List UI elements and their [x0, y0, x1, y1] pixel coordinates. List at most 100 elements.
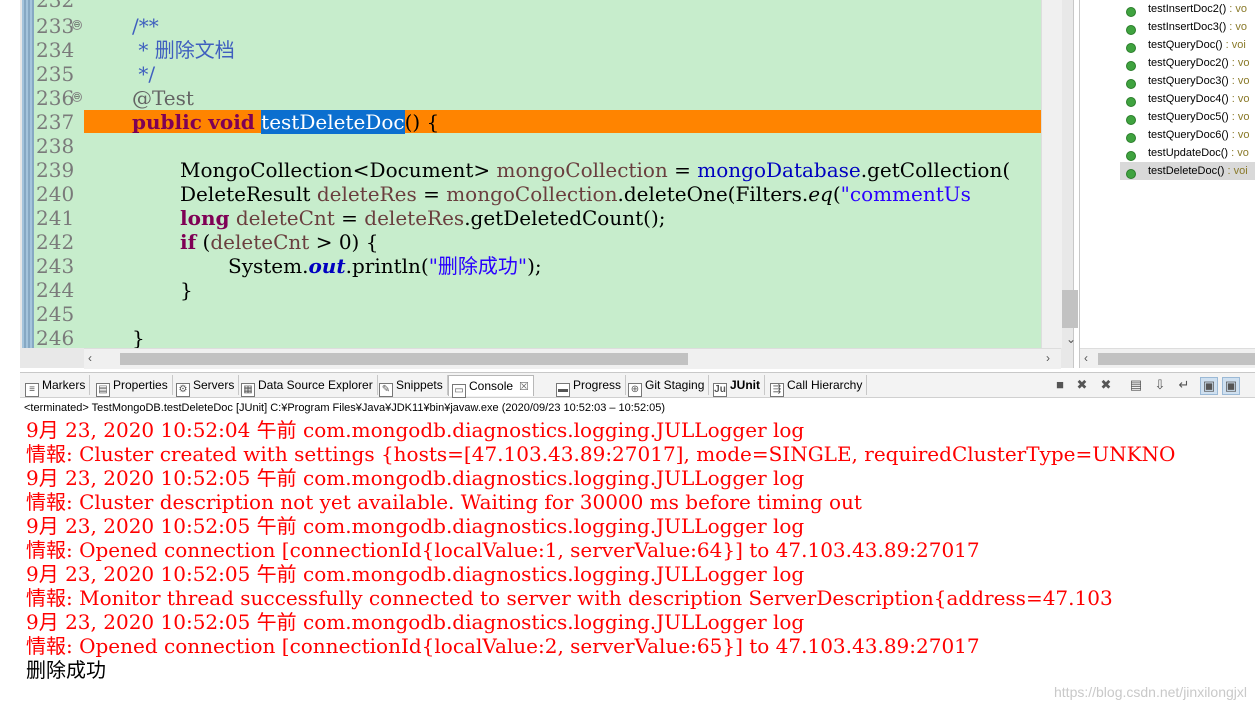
database-icon: ▦ [241, 383, 255, 397]
outline-item[interactable]: testUpdateDoc() : vo [1148, 144, 1255, 162]
public-method-icon [1126, 115, 1136, 125]
code-line-246: } [132, 326, 145, 348]
code-line-242: if (deleteCnt > 0) { [180, 230, 379, 254]
fold-toggle-icon[interactable]: ⊖ [72, 92, 82, 102]
progress-icon: ▬ [556, 383, 570, 397]
console-line: 9月 23, 2020 10:52:05 午前 com.mongodb.diag… [26, 562, 805, 586]
tab-properties[interactable]: ▤ Properties [93, 375, 173, 397]
code-line-234: * 删除文档 [132, 38, 235, 62]
view-tab-bar: ≡ Markers ▤ Properties ⚙ Servers ▦ Data Sour… [20, 373, 1255, 398]
code-line-237: public void testDeleteDoc() { [132, 110, 440, 134]
console-line: 情報: Monitor thread successfully connecte… [26, 586, 1113, 610]
console-line: 9月 23, 2020 10:52:05 午前 com.mongodb.diag… [26, 514, 805, 538]
console-line: 情報: Cluster description not yet availabl… [26, 490, 862, 514]
scroll-right-arrow-icon[interactable]: › [1046, 351, 1050, 365]
editor-horizontal-scroll-thumb[interactable] [120, 353, 688, 365]
tab-markers[interactable]: ≡ Markers [22, 375, 91, 397]
public-method-icon [1126, 169, 1136, 179]
public-method-icon [1126, 97, 1136, 107]
public-method-icon [1126, 151, 1136, 161]
tab-junit[interactable]: Ju JUnit [710, 375, 765, 397]
selected-method-name[interactable]: testDeleteDoc [261, 110, 405, 134]
line-number: 235 [36, 62, 75, 86]
outline-item[interactable]: testQueryDoc4() : vo [1148, 90, 1255, 108]
line-number: 240 [36, 182, 75, 206]
code-line-243: System.out.println("删除成功"); [228, 254, 542, 278]
code-line-244: } [180, 278, 193, 302]
outline-item[interactable]: testInsertDoc2() : vo [1148, 0, 1255, 18]
terminate-icon[interactable]: ■ [1052, 377, 1068, 393]
console-line: 情報: Cluster created with settings {hosts… [26, 442, 1176, 466]
outline-horizontal-scrollbar[interactable]: ‹ [1080, 348, 1255, 368]
code-line-240: DeleteResult deleteRes = mongoCollection… [180, 182, 971, 206]
show-console-on-error-icon[interactable]: ▣ [1222, 377, 1240, 395]
line-number: 233 [36, 14, 75, 38]
tab-git-staging[interactable]: ⊕ Git Staging [625, 375, 710, 397]
outline-item[interactable]: testQueryDoc6() : vo [1148, 126, 1255, 144]
line-number: 236 [36, 86, 75, 110]
clear-console-icon[interactable]: ▤ [1128, 377, 1144, 393]
git-staging-icon: ⊕ [628, 383, 642, 397]
close-tab-icon[interactable]: ☒ [519, 381, 529, 393]
remove-all-terminated-icon[interactable]: ✖ [1098, 377, 1114, 393]
tab-servers[interactable]: ⚙ Servers [173, 375, 240, 397]
call-hierarchy-icon: ⇶ [770, 383, 784, 397]
show-console-on-output-icon[interactable]: ▣ [1200, 377, 1218, 395]
word-wrap-icon[interactable]: ↵ [1176, 377, 1192, 393]
line-number: 244 [36, 278, 75, 302]
tab-call-hierarchy[interactable]: ⇶ Call Hierarchy [767, 375, 868, 397]
junit-icon: Ju [713, 383, 727, 397]
editor-vertical-scrollbar[interactable] [1041, 0, 1062, 348]
markers-icon: ≡ [25, 383, 39, 397]
snippets-icon: ✎ [379, 383, 393, 397]
watermark-text: https://blog.csdn.net/jinxilongjxl [1054, 684, 1247, 700]
public-method-icon [1126, 7, 1136, 17]
outline-item[interactable]: testQueryDoc5() : vo [1148, 108, 1255, 126]
line-number: 242 [36, 230, 75, 254]
code-editor[interactable]: 232 233 ⊖ 234 235 236 ⊖ 237 238 239 240 … [20, 0, 1092, 369]
line-number: 232 [36, 0, 75, 12]
remove-launch-icon[interactable]: ✖ [1074, 377, 1090, 393]
tab-progress[interactable]: ▬ Progress [553, 375, 627, 397]
outline-item[interactable]: testQueryDoc3() : vo [1148, 72, 1255, 90]
editor-horizontal-scrollbar[interactable]: ‹ › [84, 348, 1061, 369]
line-number: 238 [36, 134, 75, 158]
console-line: 情報: Opened connection [connectionId{loca… [26, 634, 980, 658]
public-method-icon [1126, 79, 1136, 89]
outline-item[interactable]: testInsertDoc3() : vo [1148, 18, 1255, 36]
code-line-241: long deleteCnt = deleteRes.getDeletedCou… [180, 206, 666, 230]
servers-icon: ⚙ [176, 383, 190, 397]
console-line: 情報: Opened connection [connectionId{loca… [26, 538, 980, 562]
console-icon: ▭ [452, 384, 466, 398]
editor-vertical-scroll-thumb[interactable] [1062, 290, 1078, 328]
public-method-icon [1126, 61, 1136, 71]
code-line-236: @Test [132, 86, 194, 110]
line-number: 245 [36, 302, 75, 326]
code-text-area[interactable]: /** * 删除文档 */ @Test public void testDele… [84, 0, 1041, 348]
outline-view[interactable]: testInsertDoc2() : vo testInsertDoc3() :… [1079, 0, 1255, 368]
quick-diff-ruler [22, 0, 34, 348]
outline-horizontal-scroll-thumb[interactable] [1098, 353, 1255, 365]
outline-item[interactable]: testQueryDoc2() : vo [1148, 54, 1255, 72]
scroll-lock-icon[interactable]: ⇩ [1152, 377, 1168, 393]
public-method-icon [1126, 25, 1136, 35]
tab-snippets[interactable]: ✎ Snippets [376, 375, 448, 397]
scroll-left-arrow-icon[interactable]: ‹ [88, 351, 92, 365]
outline-item-selected[interactable]: testDeleteDoc() : voi [1120, 162, 1255, 180]
tab-console[interactable]: ▭ Console ☒ [448, 375, 534, 398]
public-method-icon [1126, 133, 1136, 143]
console-process-label: <terminated> TestMongoDB.testDeleteDoc [… [24, 402, 666, 414]
console-line: 9月 23, 2020 10:52:05 午前 com.mongodb.diag… [26, 610, 805, 634]
public-method-icon [1126, 43, 1136, 53]
console-output[interactable]: 9月 23, 2020 10:52:04 午前 com.mongodb.diag… [20, 418, 1255, 710]
scroll-left-arrow-icon[interactable]: ‹ [1084, 351, 1088, 365]
outline-item[interactable]: testQueryDoc() : voi [1148, 36, 1255, 54]
console-panel: ≡ Markers ▤ Properties ⚙ Servers ▦ Data Sour… [20, 372, 1255, 710]
console-line: 9月 23, 2020 10:52:04 午前 com.mongodb.diag… [26, 418, 805, 442]
console-line: 删除成功 [26, 658, 106, 682]
fold-toggle-icon[interactable]: ⊖ [72, 20, 82, 30]
scroll-down-arrow-icon[interactable]: ⌄ [1066, 332, 1076, 346]
code-line-235: */ [132, 62, 156, 86]
properties-icon: ▤ [96, 383, 110, 397]
tab-data-source-explorer[interactable]: ▦ Data Source Explorer [238, 375, 378, 397]
